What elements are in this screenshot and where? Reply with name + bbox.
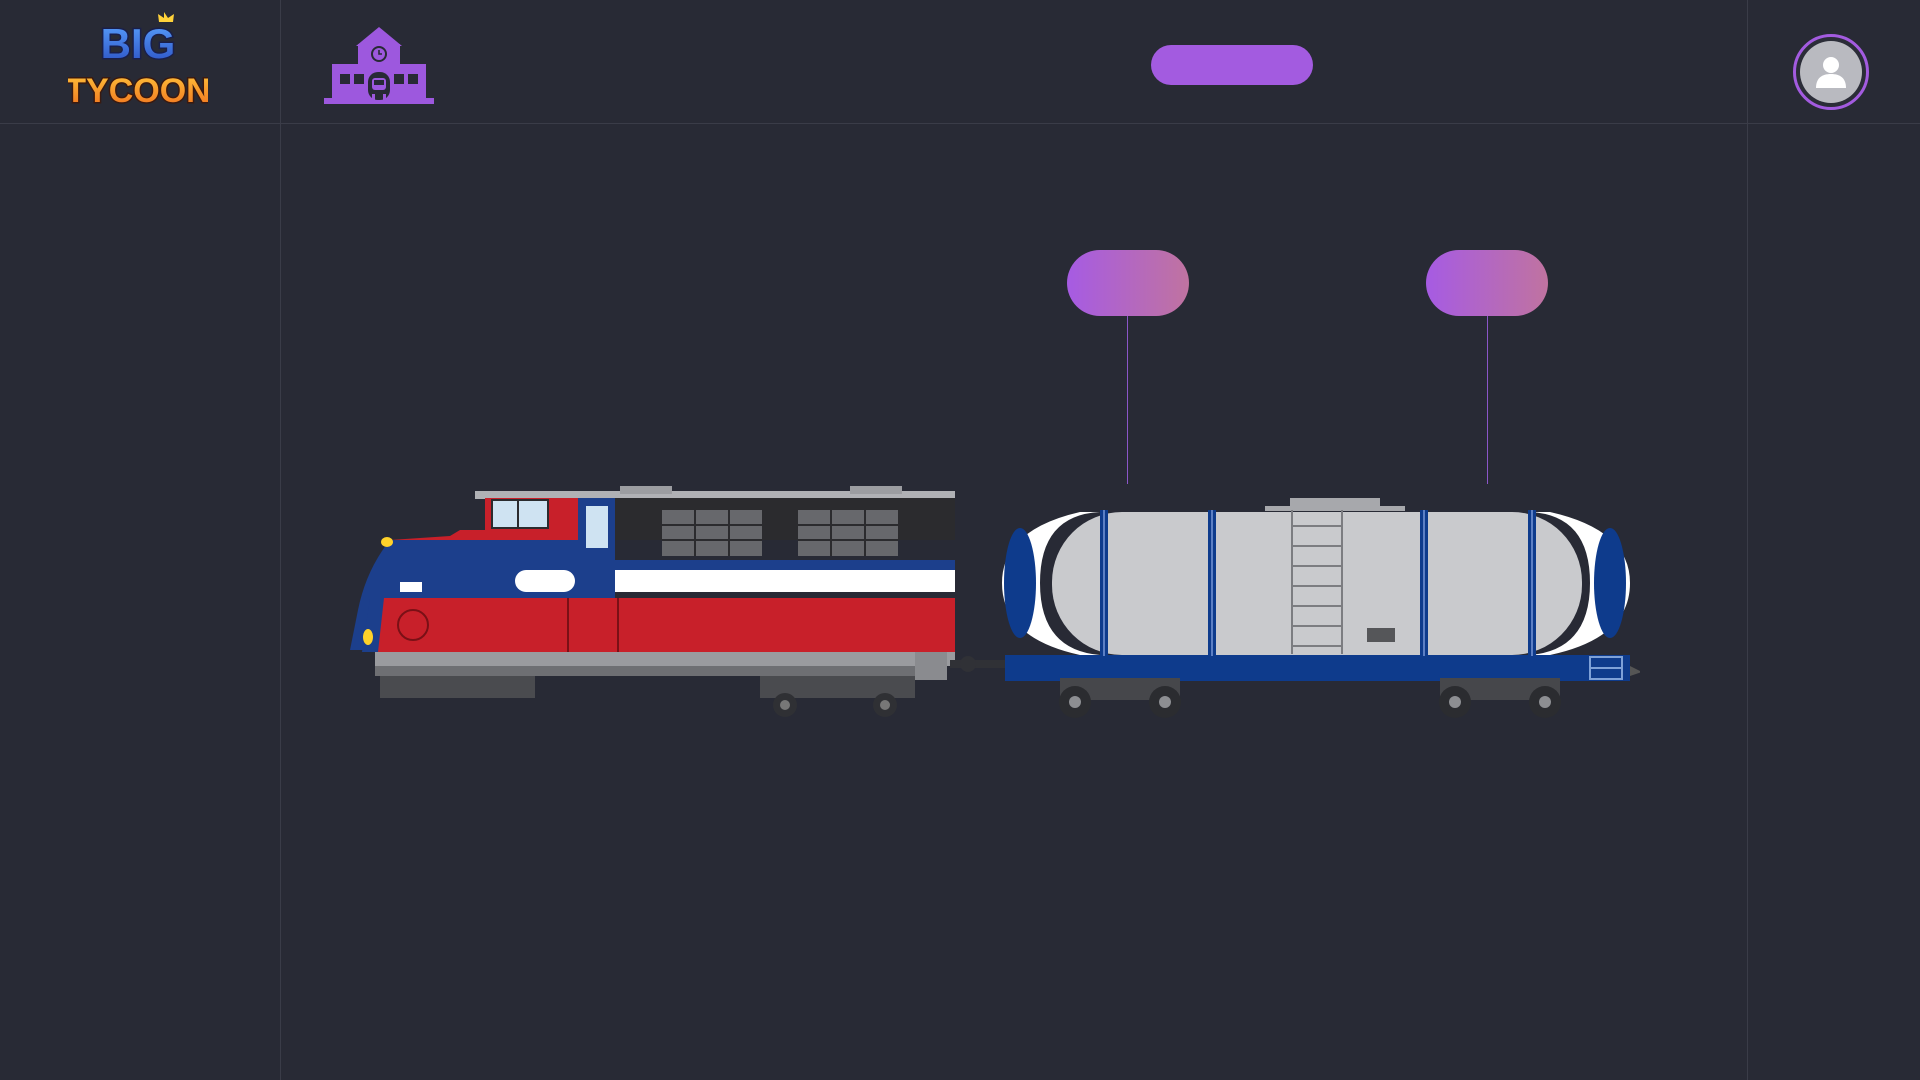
car-tag-button[interactable] bbox=[1426, 250, 1548, 316]
locomotive[interactable] bbox=[350, 486, 1005, 717]
tag-connector bbox=[1127, 316, 1128, 484]
header-pill-button[interactable] bbox=[1151, 45, 1313, 85]
logo-graphic: BIG TYCOON bbox=[64, 12, 212, 112]
logo-tycoon-text: TYCOON bbox=[68, 72, 208, 110]
user-avatar-button[interactable] bbox=[1793, 34, 1869, 110]
game-screen: BIG TYCOON bbox=[0, 0, 1920, 1080]
train bbox=[340, 470, 1642, 730]
train-graphic bbox=[350, 486, 1642, 718]
logo-big-text: BIG bbox=[101, 20, 176, 67]
left-divider bbox=[280, 0, 281, 1080]
tag-connector bbox=[1487, 316, 1488, 484]
train-station-icon bbox=[324, 27, 434, 104]
right-divider bbox=[1747, 0, 1748, 1080]
train-station-button[interactable] bbox=[322, 24, 436, 108]
top-bar bbox=[0, 0, 1920, 124]
car-tag-button[interactable] bbox=[1067, 250, 1189, 316]
user-icon bbox=[1816, 57, 1846, 88]
tank-car[interactable] bbox=[1002, 498, 1642, 718]
avatar bbox=[1800, 41, 1862, 103]
big-tycoon-logo: BIG TYCOON bbox=[64, 6, 212, 116]
